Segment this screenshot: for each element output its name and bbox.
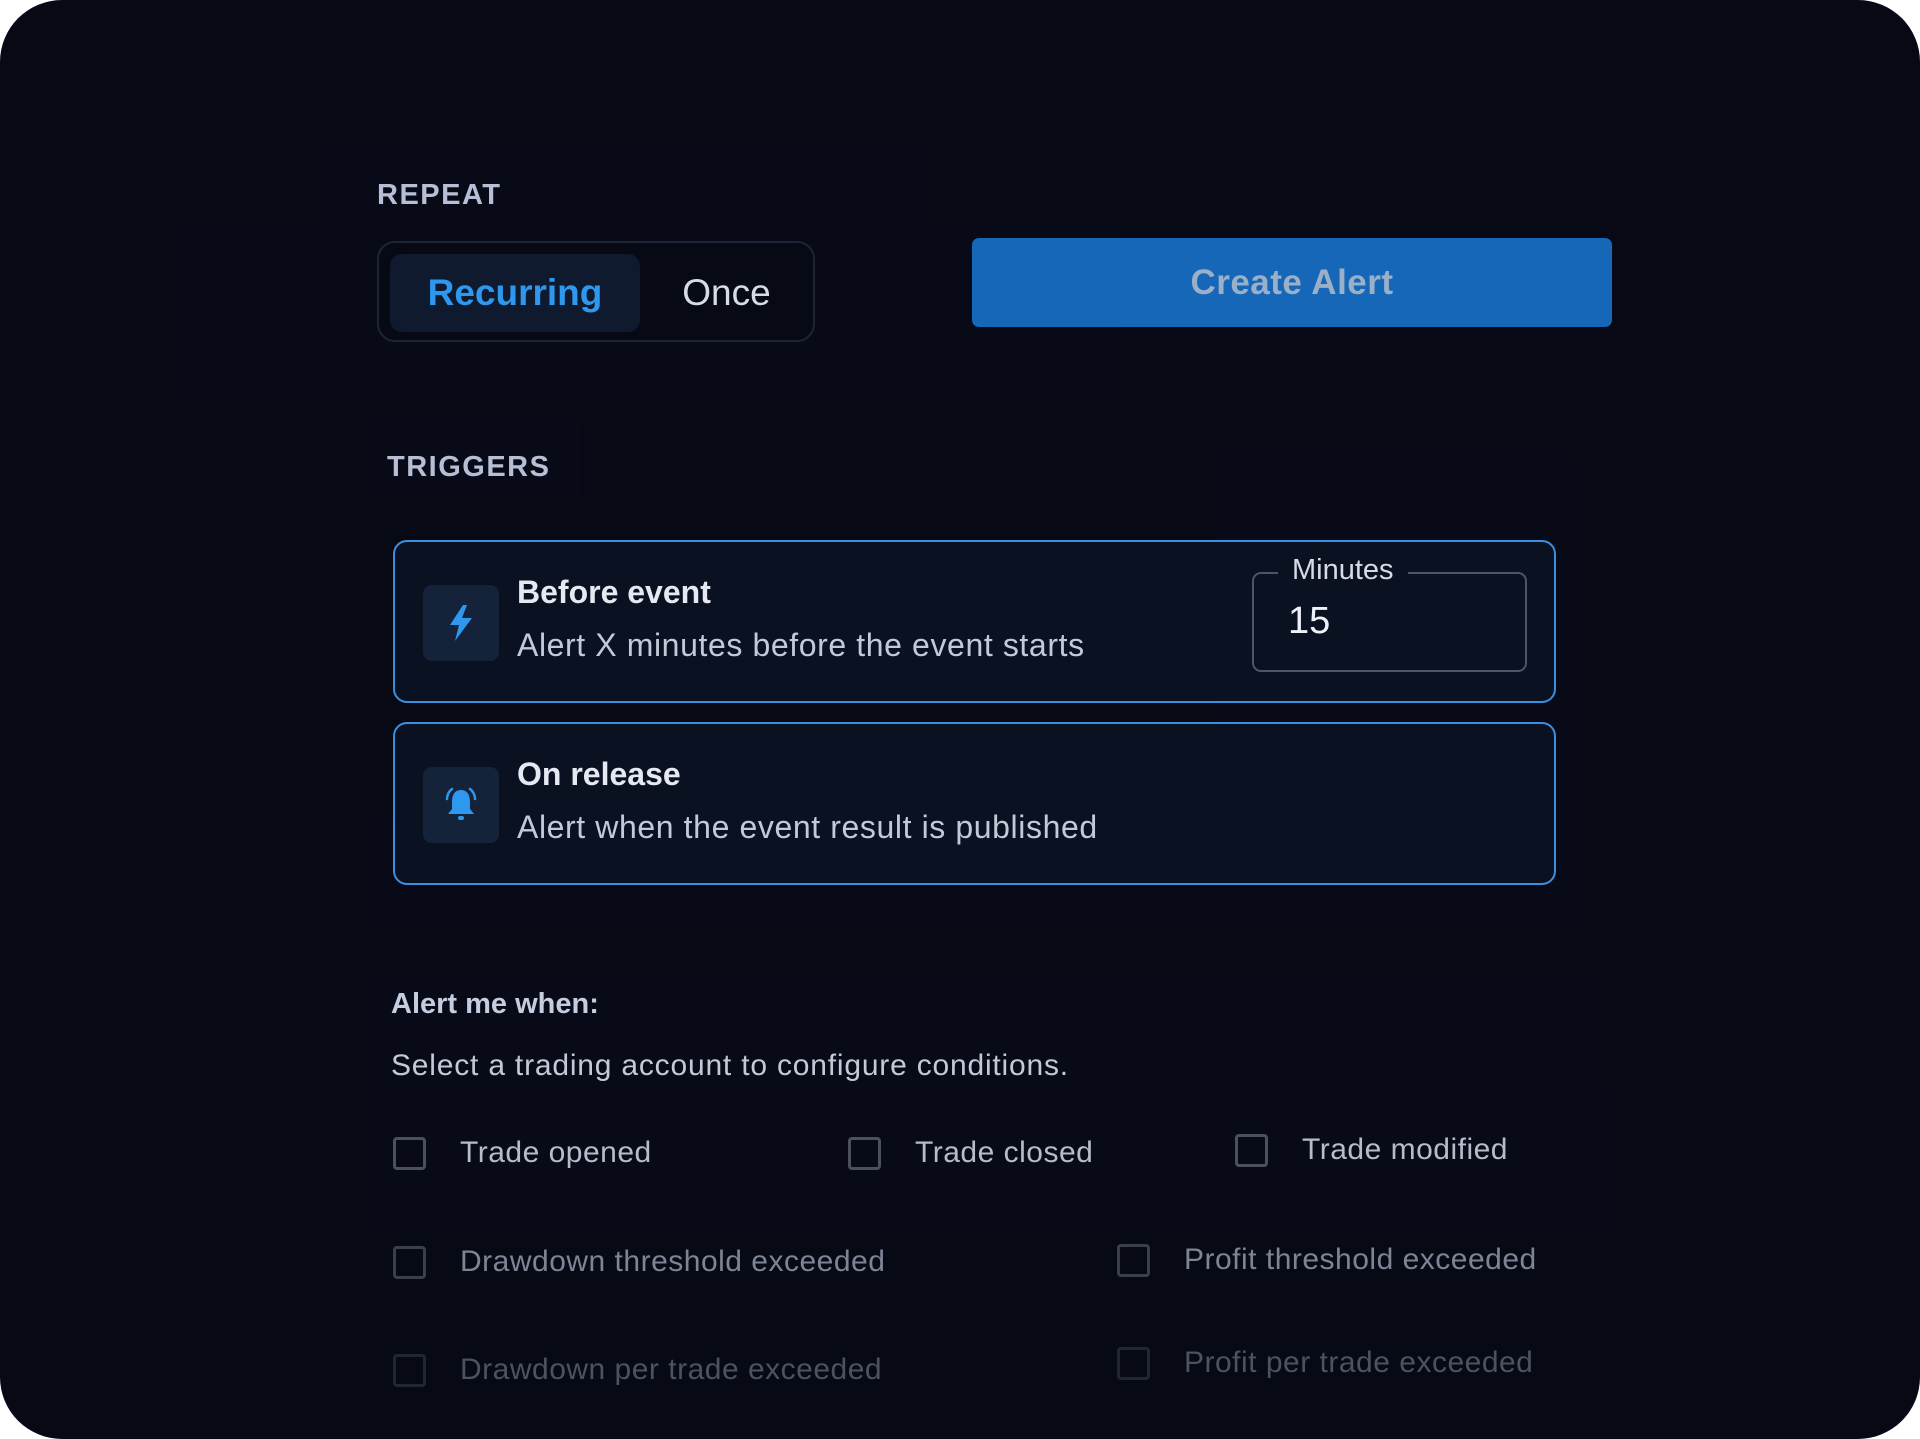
checkbox[interactable] bbox=[1117, 1243, 1150, 1277]
background-panel bbox=[1195, 975, 1595, 1090]
triggers-section-label: TRIGGERS bbox=[387, 451, 551, 483]
condition-trade-opened[interactable]: Trade opened bbox=[393, 1136, 652, 1170]
condition-trade-modified[interactable]: Trade modified bbox=[1235, 1133, 1508, 1167]
checkbox[interactable] bbox=[393, 1136, 426, 1170]
checkbox[interactable] bbox=[393, 1245, 426, 1279]
repeat-option-once[interactable]: Once bbox=[644, 254, 809, 332]
minutes-field-label: Minutes bbox=[1278, 552, 1408, 588]
alert-settings-window: REPEAT Recurring Once Create Alert TRIGG… bbox=[0, 0, 1920, 1439]
alert-me-subtitle: Select a trading account to configure co… bbox=[391, 1049, 1069, 1082]
repeat-section-label: REPEAT bbox=[377, 179, 502, 211]
condition-label: Trade opened bbox=[460, 1136, 652, 1169]
trigger-card-before-event[interactable]: Before event Alert X minutes before the … bbox=[393, 540, 1556, 703]
checkbox[interactable] bbox=[1117, 1346, 1150, 1380]
condition-label: Drawdown threshold exceeded bbox=[460, 1245, 886, 1278]
trigger-description: Alert when the event result is published bbox=[517, 809, 1098, 845]
checkbox[interactable] bbox=[1235, 1133, 1268, 1167]
trigger-description: Alert X minutes before the event starts bbox=[517, 627, 1085, 663]
create-alert-button[interactable]: Create Alert bbox=[972, 238, 1612, 327]
trigger-title: On release bbox=[517, 756, 681, 792]
checkbox[interactable] bbox=[393, 1353, 426, 1387]
condition-drawdown-per-trade[interactable]: Drawdown per trade exceeded bbox=[393, 1353, 882, 1387]
condition-label: Profit threshold exceeded bbox=[1184, 1243, 1537, 1276]
condition-label: Drawdown per trade exceeded bbox=[460, 1353, 883, 1386]
condition-label: Trade modified bbox=[1302, 1133, 1508, 1166]
condition-label: Profit per trade exceeded bbox=[1184, 1346, 1534, 1379]
checkbox[interactable] bbox=[848, 1136, 881, 1170]
trigger-card-on-release[interactable]: On release Alert when the event result i… bbox=[393, 722, 1556, 885]
trigger-title: Before event bbox=[517, 574, 711, 610]
minutes-field: Minutes bbox=[1252, 552, 1527, 672]
alert-me-heading: Alert me when: bbox=[391, 988, 599, 1020]
repeat-option-recurring[interactable]: Recurring bbox=[390, 254, 640, 332]
minutes-input[interactable] bbox=[1288, 600, 1488, 643]
condition-drawdown-threshold[interactable]: Drawdown threshold exceeded bbox=[393, 1245, 885, 1279]
lightning-bolt-icon bbox=[423, 585, 499, 661]
condition-profit-per-trade[interactable]: Profit per trade exceeded bbox=[1117, 1346, 1533, 1380]
condition-label: Trade closed bbox=[915, 1136, 1094, 1169]
bell-ringing-icon bbox=[423, 767, 499, 843]
condition-profit-threshold[interactable]: Profit threshold exceeded bbox=[1117, 1243, 1537, 1277]
condition-trade-closed[interactable]: Trade closed bbox=[848, 1136, 1093, 1170]
repeat-segmented-control: Recurring Once bbox=[377, 241, 815, 342]
